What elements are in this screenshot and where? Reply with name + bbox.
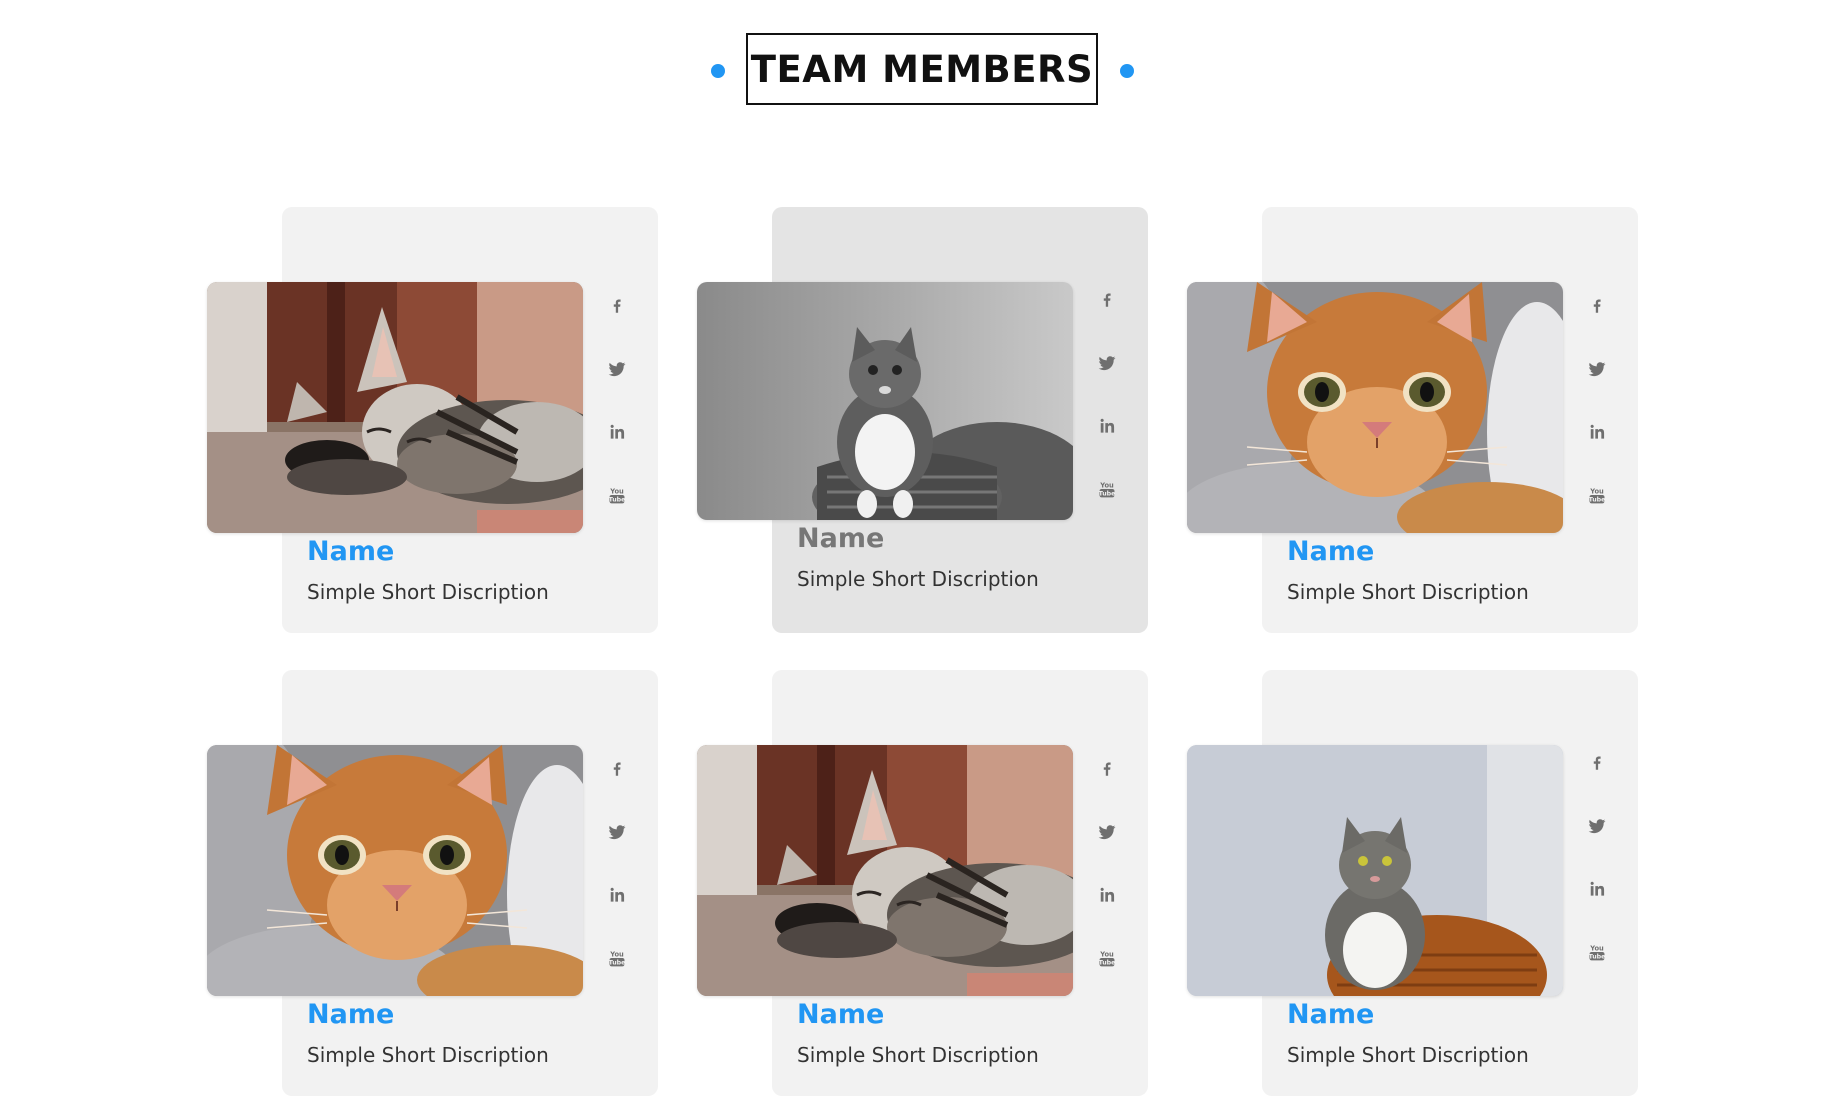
youtube-icon[interactable] <box>1096 478 1118 500</box>
facebook-icon[interactable] <box>1096 758 1118 780</box>
member-name[interactable]: Name <box>1287 999 1374 1030</box>
team-member-card[interactable]: Name Simple Short Discription <box>207 207 670 633</box>
facebook-icon[interactable] <box>606 758 628 780</box>
member-description: Simple Short Discription <box>307 580 549 604</box>
twitter-icon[interactable] <box>1586 815 1608 837</box>
member-name[interactable]: Name <box>797 523 884 554</box>
member-name[interactable]: Name <box>307 999 394 1030</box>
member-photo <box>697 745 1073 996</box>
twitter-icon[interactable] <box>606 358 628 380</box>
team-member-card[interactable]: Name Simple Short Discription <box>697 207 1160 633</box>
member-description: Simple Short Discription <box>797 1043 1039 1067</box>
member-name[interactable]: Name <box>307 536 394 567</box>
team-member-card[interactable]: Name Simple Short Discription <box>1187 207 1650 633</box>
facebook-icon[interactable] <box>606 295 628 317</box>
twitter-icon[interactable] <box>1586 358 1608 380</box>
linkedin-icon[interactable] <box>1586 878 1608 900</box>
member-photo <box>207 745 583 996</box>
section-header: TEAM MEMBERS <box>0 33 1821 107</box>
member-description: Simple Short Discription <box>307 1043 549 1067</box>
twitter-icon[interactable] <box>1096 352 1118 374</box>
linkedin-icon[interactable] <box>606 884 628 906</box>
facebook-icon[interactable] <box>1586 295 1608 317</box>
member-photo <box>1187 745 1563 996</box>
twitter-icon[interactable] <box>1096 821 1118 843</box>
member-description: Simple Short Discription <box>1287 580 1529 604</box>
youtube-icon[interactable] <box>606 484 628 506</box>
member-photo <box>1187 282 1563 533</box>
linkedin-icon[interactable] <box>1096 884 1118 906</box>
youtube-icon[interactable] <box>1586 484 1608 506</box>
member-photo <box>207 282 583 533</box>
section-title: TEAM MEMBERS <box>750 47 1094 91</box>
linkedin-icon[interactable] <box>1096 415 1118 437</box>
youtube-icon[interactable] <box>606 947 628 969</box>
team-member-card[interactable]: Name Simple Short Discription <box>1187 670 1650 1096</box>
team-member-card[interactable]: Name Simple Short Discription <box>697 670 1160 1096</box>
youtube-icon[interactable] <box>1586 941 1608 963</box>
youtube-icon[interactable] <box>1096 947 1118 969</box>
member-name[interactable]: Name <box>1287 536 1374 567</box>
team-member-card[interactable]: Name Simple Short Discription <box>207 670 670 1096</box>
member-name[interactable]: Name <box>797 999 884 1030</box>
facebook-icon[interactable] <box>1586 752 1608 774</box>
member-description: Simple Short Discription <box>797 567 1039 591</box>
twitter-icon[interactable] <box>606 821 628 843</box>
member-photo <box>697 282 1073 520</box>
section-title-box: TEAM MEMBERS <box>746 33 1098 105</box>
linkedin-icon[interactable] <box>606 421 628 443</box>
member-description: Simple Short Discription <box>1287 1043 1529 1067</box>
facebook-icon[interactable] <box>1096 289 1118 311</box>
linkedin-icon[interactable] <box>1586 421 1608 443</box>
title-right-dot <box>1120 64 1134 78</box>
title-left-dot <box>711 64 725 78</box>
